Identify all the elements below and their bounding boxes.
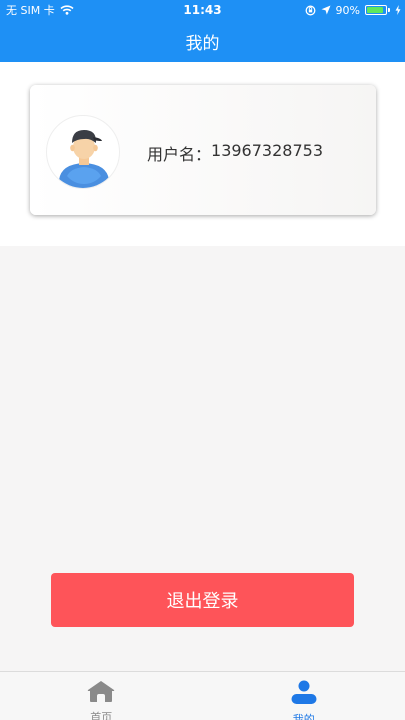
tab-home[interactable]: 首页 (0, 672, 203, 720)
username-label: 用户名： (147, 145, 212, 164)
battery-percent: 90% (335, 3, 360, 17)
location-arrow-icon (321, 5, 331, 15)
user-avatar-icon[interactable] (46, 115, 120, 189)
profile-section: 用户名： 13967328753 (0, 62, 405, 246)
profile-card[interactable]: 用户名： 13967328753 (30, 85, 376, 215)
home-icon (87, 680, 115, 706)
logout-button[interactable]: 退出登录 (51, 573, 354, 627)
battery-icon (365, 5, 390, 15)
status-right: 90% (305, 4, 401, 17)
tab-mine-label: 我的 (292, 713, 315, 720)
person-icon (290, 680, 318, 708)
page-title: 我的 (185, 33, 220, 54)
tab-home-label: 首页 (90, 711, 113, 720)
username: 用户名： 13967328753 (147, 141, 323, 165)
charging-bolt-icon (395, 5, 401, 15)
battery-fill (367, 7, 384, 13)
app-root: 无 SIM 卡 11:43 90% 我的 用户名： 13967328753 退出… (0, 0, 405, 720)
battery-tip (388, 8, 390, 12)
username-value: 13967328753 (211, 141, 323, 160)
tab-mine[interactable]: 我的 (203, 672, 405, 720)
carrier-label: 无 SIM 卡 (6, 4, 55, 17)
nav-bar: 我的 (0, 20, 405, 62)
battery-body (365, 5, 387, 15)
rotation-lock-icon (305, 5, 316, 16)
wifi-icon (60, 5, 74, 15)
status-bar: 无 SIM 卡 11:43 90% (0, 0, 405, 20)
status-left: 无 SIM 卡 (6, 2, 74, 18)
tab-bar: 首页 我的 (0, 671, 405, 720)
